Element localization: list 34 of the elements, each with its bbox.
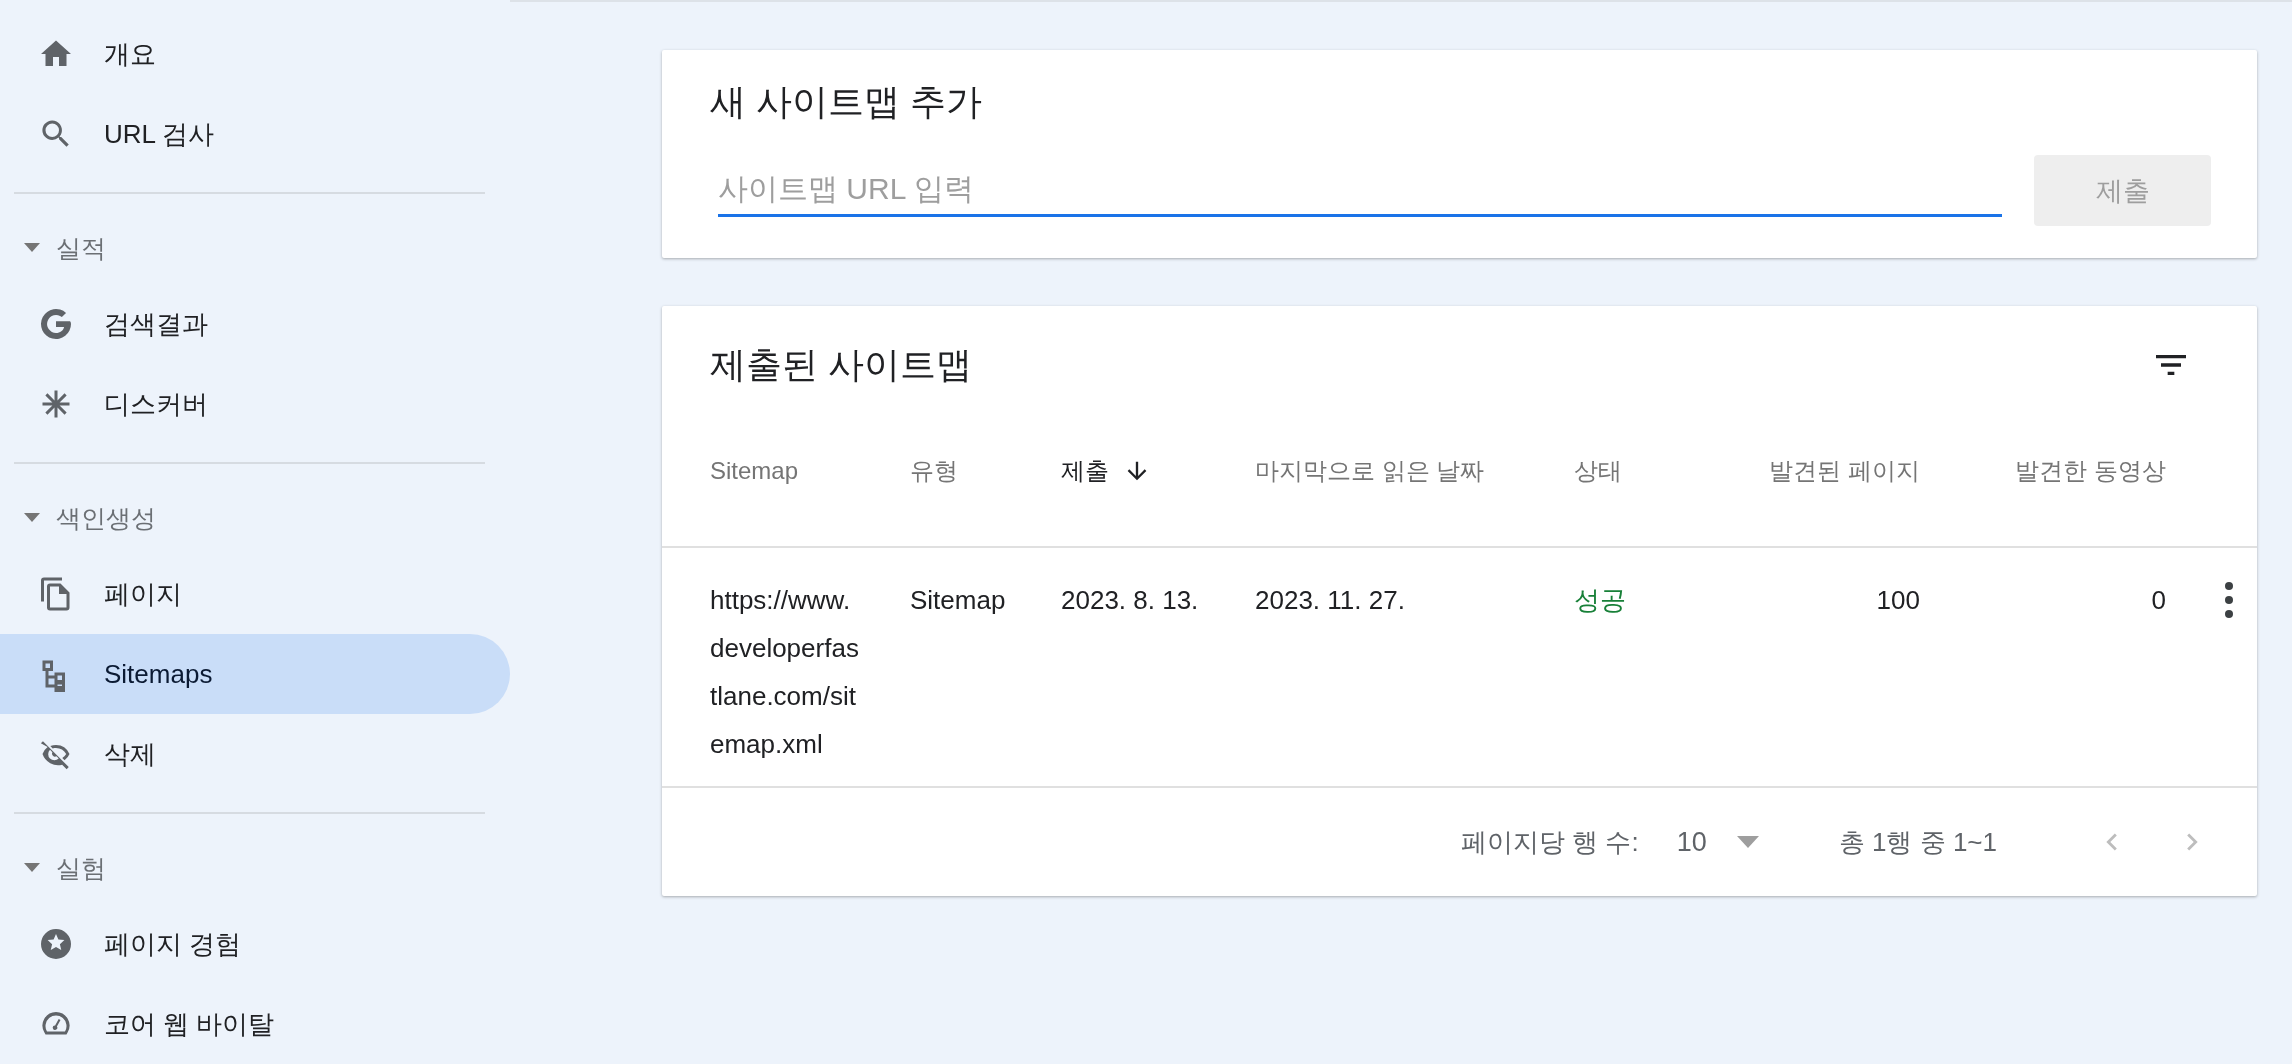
table-cell: https://www.developerfastlane.com/sitemap.xml — [710, 585, 859, 759]
sidebar-item[interactable]: URL 검사 — [0, 94, 510, 174]
column-header[interactable]: 마지막으로 읽은 날짜 — [1255, 455, 1574, 487]
card-title: 새 사이트맵 추가 — [710, 80, 983, 124]
rows-per-page-select[interactable]: 10 — [1676, 826, 1759, 858]
sidebar-item[interactable]: 페이지 경험 — [0, 904, 510, 984]
sidebar-item[interactable]: 디스커버 — [0, 364, 510, 444]
sidebar-item[interactable]: Sitemaps — [0, 634, 510, 714]
sidebar-item[interactable]: 코어 웹 바이탈 — [0, 984, 510, 1064]
rows-per-page-label: 페이지당 행 수: — [1461, 825, 1639, 859]
column-header[interactable]: 발견한 동영상 — [1920, 455, 2166, 487]
google-g-icon — [38, 306, 74, 342]
section-header[interactable]: 실험 — [0, 832, 510, 904]
column-header[interactable]: 유형 — [910, 455, 1061, 487]
column-header[interactable]: Sitemap — [710, 457, 910, 485]
sitemap-url-input[interactable]: 사이트맵 URL 입력 — [718, 164, 2002, 217]
column-header[interactable]: 제출 — [1061, 455, 1255, 487]
column-header[interactable]: 상태 — [1574, 455, 1720, 487]
sidebar-item[interactable]: 페이지 — [0, 554, 510, 634]
sidebar-item[interactable]: 검색결과 — [0, 284, 510, 364]
section-header[interactable]: 색인생성 — [0, 482, 510, 554]
table-cell: 0 — [2151, 585, 2166, 615]
table-cell: 성공 — [1574, 585, 1626, 615]
page-range-text: 총 1행 중 1~1 — [1838, 825, 1997, 859]
table-cell: 2023. 11. 27. — [1255, 585, 1405, 615]
table-cell: Sitemap — [910, 585, 1006, 615]
sidebar-item[interactable]: 삭제 — [0, 714, 510, 794]
card-title: 제출된 사이트맵 — [710, 342, 972, 387]
caret-icon — [1736, 836, 1759, 848]
column-header[interactable]: 발견된 페이지 — [1720, 455, 1920, 487]
table-cell: 2023. 8. 13. — [1061, 585, 1199, 615]
section-header[interactable]: 실적 — [0, 212, 510, 284]
table-cell: 100 — [1876, 585, 1920, 615]
sidebar-item[interactable]: 개요 — [0, 14, 510, 94]
